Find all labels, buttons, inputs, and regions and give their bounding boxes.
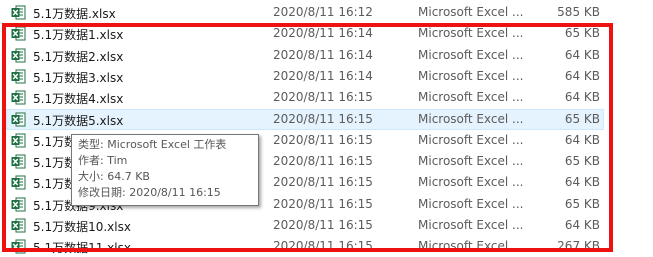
file-modified-date: 2020/8/11 16:15: [273, 218, 373, 232]
file-modified-date: 2020/8/11 16:15: [273, 111, 373, 126]
file-size: 64 KB: [564, 68, 600, 83]
file-type: Microsoft Excel ...: [418, 239, 524, 254]
file-row[interactable]: 5.1万数据10.xlsx 2020/8/11 16:15 Microsoft …: [6, 215, 604, 236]
file-name: 5.1万数据3.xlsx: [33, 70, 124, 85]
tooltip-size: 大小: 64.7 KB: [78, 170, 150, 183]
file-type: Microsoft Excel ...: [418, 154, 524, 169]
file-type: Microsoft Excel ...: [418, 5, 524, 19]
excel-file-icon: [11, 133, 26, 148]
file-size: 65 KB: [564, 196, 600, 211]
excel-file-icon: [11, 197, 26, 212]
file-size: 64 KB: [564, 132, 600, 147]
file-type: Microsoft Excel ...: [418, 196, 524, 211]
file-name: 5.1万数据.xlsx: [33, 7, 116, 21]
file-type: Microsoft Excel ...: [418, 47, 524, 62]
file-modified-date: 2020/8/11 16:14: [273, 26, 373, 41]
file-size: 64 KB: [564, 47, 600, 62]
file-modified-date: 2020/8/11 16:12: [273, 5, 373, 19]
file-name: 5.1万数据10.xlsx: [33, 220, 131, 234]
file-size: 585 KB: [557, 5, 600, 19]
file-name: 5.1万数据4.xlsx: [33, 92, 124, 107]
file-modified-date: 2020/8/11 16:15: [273, 154, 373, 169]
file-size: 65 KB: [564, 26, 600, 41]
excel-file-icon: [11, 218, 26, 233]
file-name: 5.1万数据2.xlsx: [33, 49, 124, 64]
file-row[interactable]: 5.1万数据1.xlsx 2020/8/11 16:14 Microsoft E…: [6, 23, 604, 44]
file-row[interactable]: 5.1万数据11.xlsx 2020/8/11 16:15 Microsoft …: [6, 236, 604, 257]
excel-file-icon: [11, 239, 26, 254]
excel-file-icon: [11, 69, 26, 84]
file-row[interactable]: 5.1万数据5.xlsx 2020/8/11 16:15 Microsoft E…: [6, 108, 604, 130]
file-type: Microsoft Excel ...: [418, 132, 524, 147]
file-modified-date: 2020/8/11 16:15: [273, 239, 373, 254]
file-size: 64 KB: [564, 90, 600, 105]
file-modified-date: 2020/8/11 16:15: [273, 90, 373, 105]
file-modified-date: 2020/8/11 16:14: [273, 47, 373, 62]
file-size: 267 KB: [557, 239, 600, 254]
file-row[interactable]: 5.1万数据4.xlsx 2020/8/11 16:15 Microsoft E…: [6, 87, 604, 108]
file-modified-date: 2020/8/11 16:14: [273, 68, 373, 83]
file-name: 5.1万数据5.xlsx: [33, 113, 124, 128]
file-row[interactable]: 5.1万数据2.xlsx 2020/8/11 16:14 Microsoft E…: [6, 45, 604, 66]
file-name: 5.1万数据11.xlsx: [33, 241, 131, 256]
file-type: Microsoft Excel ...: [418, 111, 524, 126]
tooltip-type: 类型: Microsoft Excel 工作表: [78, 138, 227, 151]
file-size: 64 KB: [564, 175, 600, 190]
excel-file-icon: [11, 175, 26, 190]
file-row[interactable]: 5.1万数据.xlsx 2020/8/11 16:12 Microsoft Ex…: [6, 2, 604, 23]
file-type: Microsoft Excel ...: [418, 68, 524, 83]
file-size: 65 KB: [564, 111, 600, 126]
file-info-tooltip: 类型: Microsoft Excel 工作表 作者: Tim 大小: 64.7…: [71, 134, 259, 206]
excel-file-icon: [11, 48, 26, 63]
excel-file-icon: [11, 26, 26, 41]
file-name: 5.1万数据1.xlsx: [33, 28, 124, 43]
file-type: Microsoft Excel ...: [418, 90, 524, 105]
file-row[interactable]: 5.1万数据3.xlsx 2020/8/11 16:14 Microsoft E…: [6, 66, 604, 87]
file-type: Microsoft Excel ...: [418, 26, 524, 41]
excel-file-icon: [11, 112, 26, 127]
file-size: 65 KB: [564, 154, 600, 169]
file-size: 64 KB: [564, 218, 600, 232]
file-type: Microsoft Excel ...: [418, 218, 524, 232]
tooltip-author: 作者: Tim: [78, 154, 128, 167]
file-modified-date: 2020/8/11 16:15: [273, 196, 373, 211]
excel-file-icon: [11, 90, 26, 105]
tooltip-modified: 修改日期: 2020/8/11 16:15: [78, 186, 221, 199]
file-type: Microsoft Excel ...: [418, 175, 524, 190]
file-modified-date: 2020/8/11 16:15: [273, 132, 373, 147]
file-modified-date: 2020/8/11 16:15: [273, 175, 373, 190]
excel-file-icon: [11, 5, 26, 20]
excel-file-icon: [11, 154, 26, 169]
